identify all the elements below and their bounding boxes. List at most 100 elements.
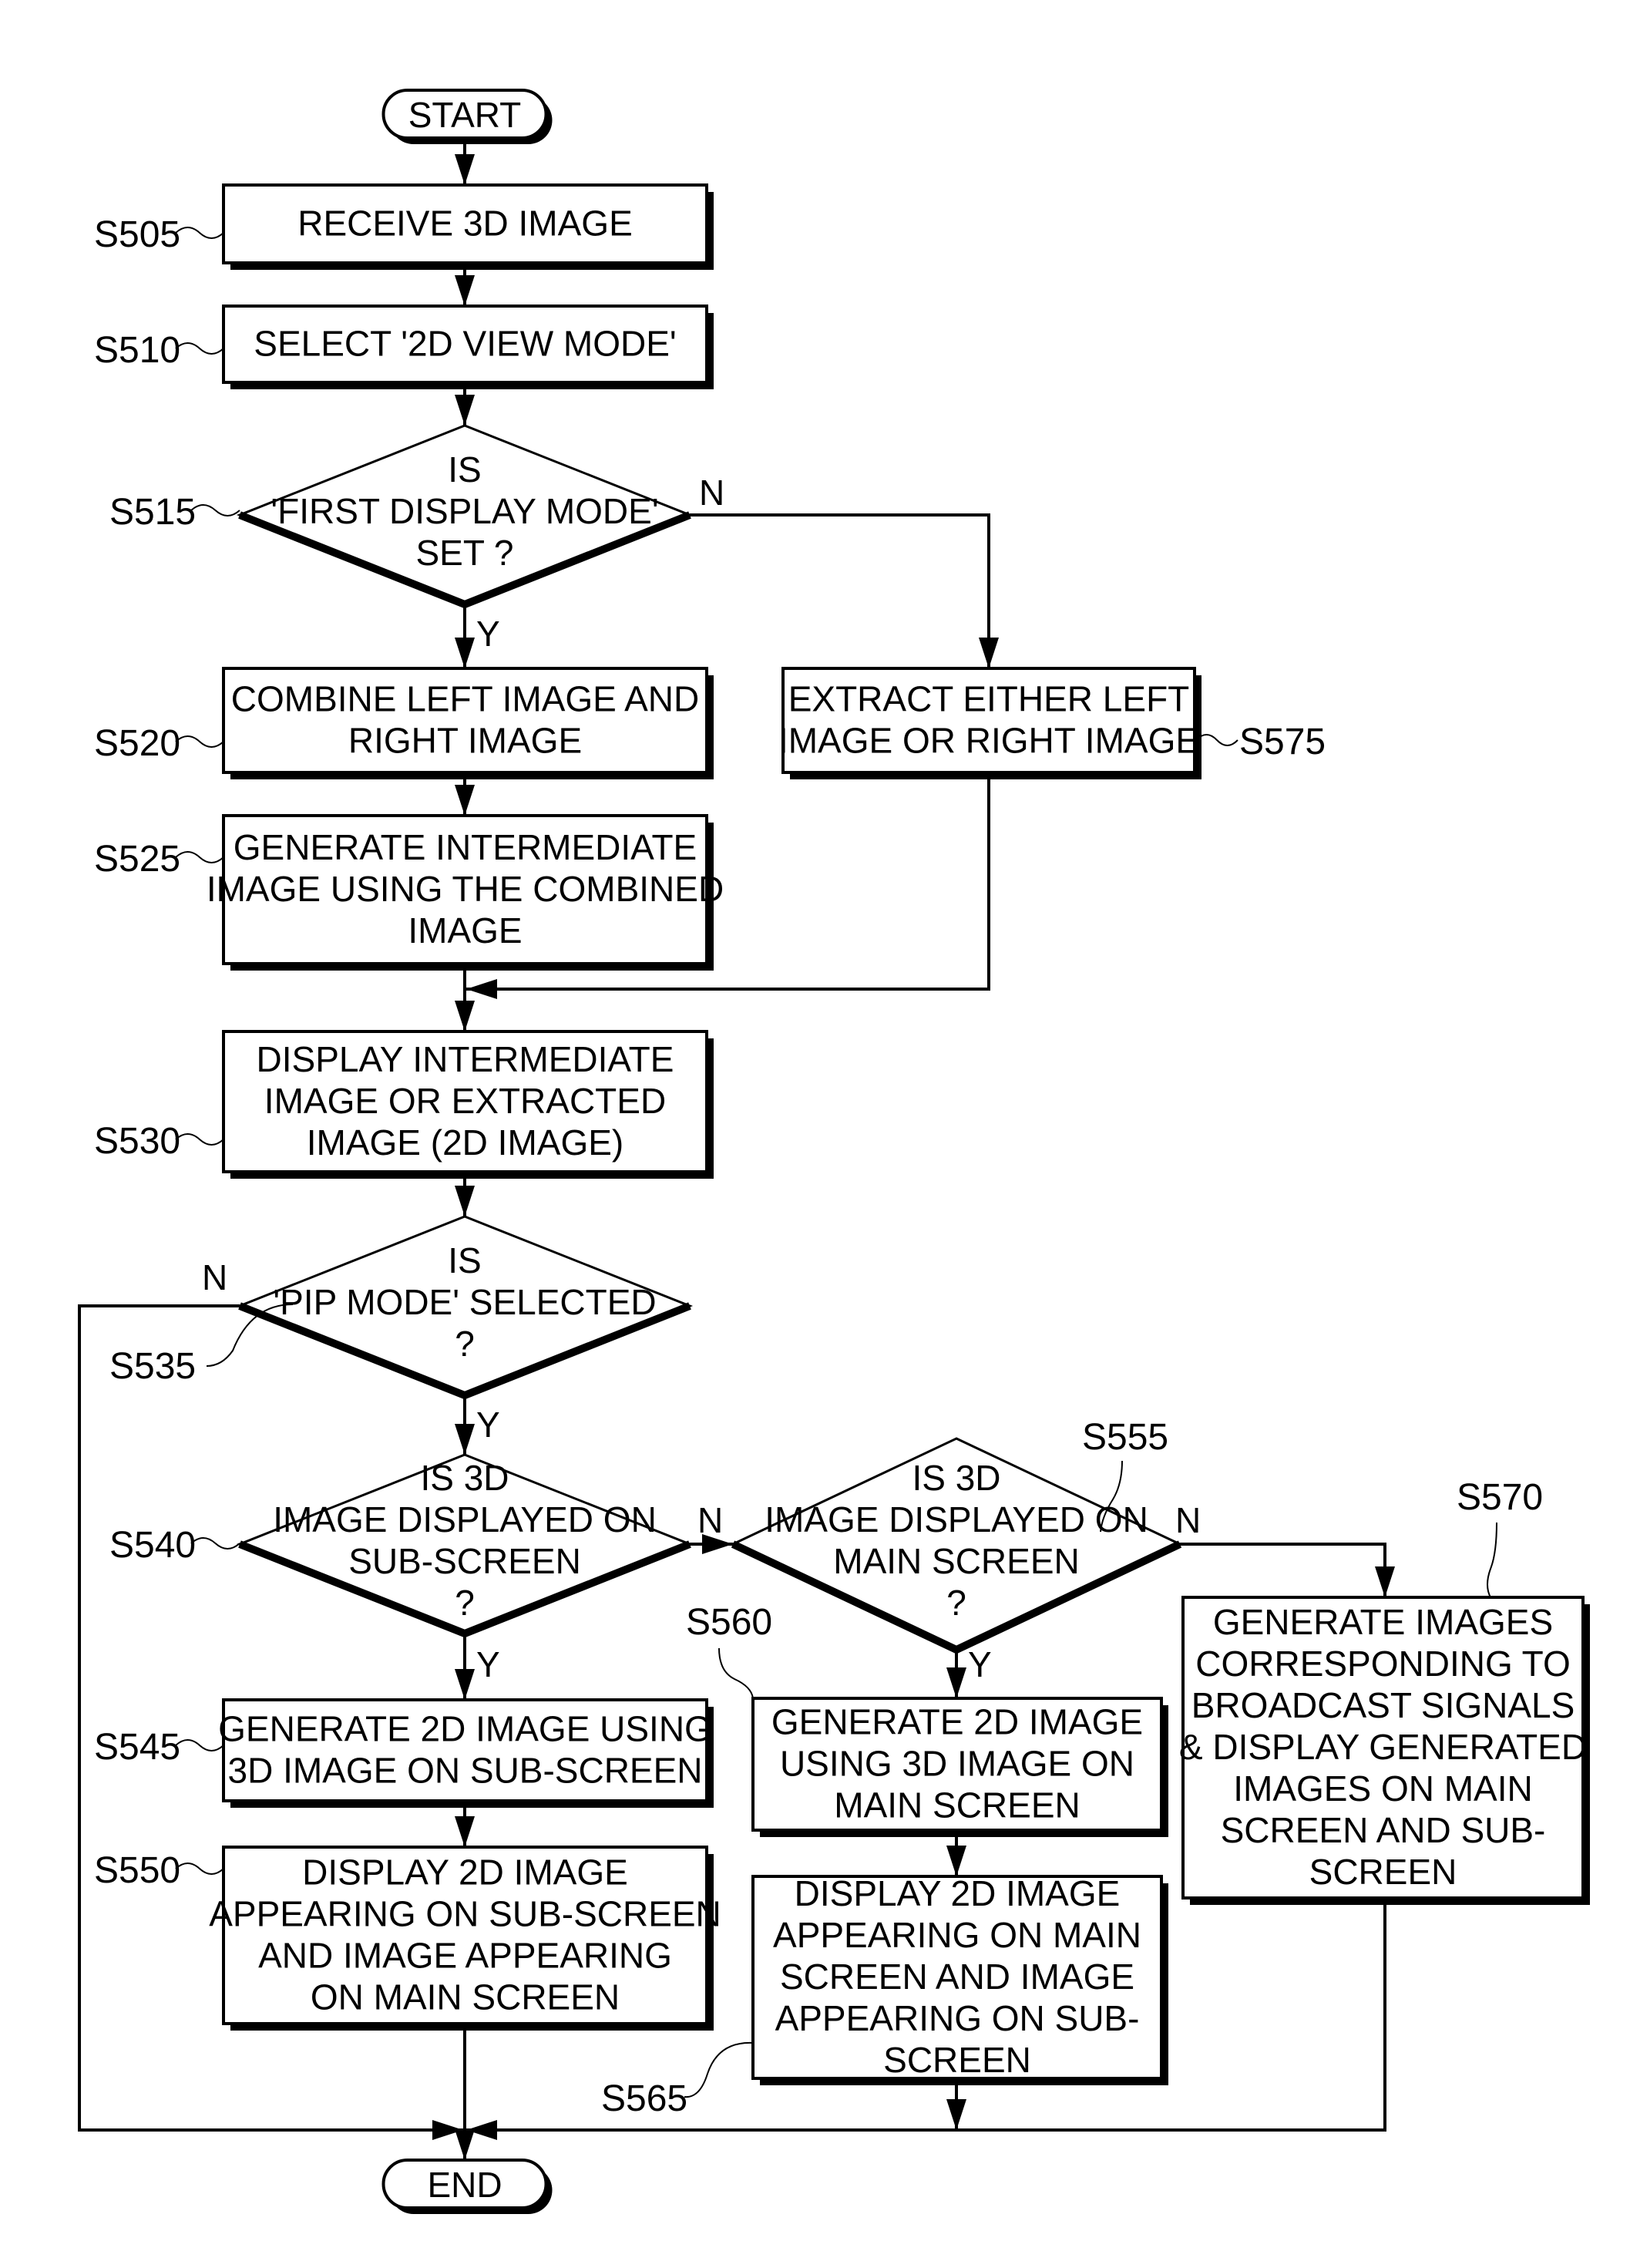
step-text-s570: GENERATE IMAGES (1213, 1602, 1553, 1642)
step-id-s535: S535 (109, 1346, 196, 1387)
leader-line (190, 1537, 240, 1550)
step-text-s565: SCREEN (883, 2040, 1031, 2080)
step-text-s540: ? (455, 1583, 475, 1623)
arrow-head (946, 1846, 966, 1876)
step-text-s565: APPEARING ON MAIN (773, 1915, 1141, 1955)
step-label-s550: S550 (94, 1850, 224, 1891)
arrow-head (455, 638, 475, 668)
step-id-s545: S545 (94, 1727, 180, 1768)
step-text-s535: ? (455, 1324, 475, 1364)
step-id-s505: S505 (94, 214, 180, 255)
step-text-s540: IMAGE DISPLAYED ON (273, 1499, 657, 1539)
process-box-s505: RECEIVE 3D IMAGE (222, 183, 714, 270)
step-id-s510: S510 (94, 330, 180, 371)
arrow-head (455, 275, 475, 306)
step-id-s570: S570 (1457, 1477, 1543, 1518)
terminal-label-end: END (427, 2165, 502, 2205)
step-text-s525: IMAGE (408, 910, 522, 951)
step-text-s515: 'FIRST DISPLAY MODE' (271, 491, 658, 531)
branch-label-s540-yes: Y (476, 1644, 500, 1684)
leader-line (175, 851, 224, 863)
step-text-s560: GENERATE 2D IMAGE (771, 1702, 1143, 1742)
step-label-s505: S505 (94, 214, 224, 255)
step-text-s575: EXTRACT EITHER LEFT (788, 679, 1190, 719)
process-box-s570: GENERATE IMAGESCORRESPONDING TOBROADCAST… (1179, 1596, 1590, 1905)
process-box-s550: DISPLAY 2D IMAGEAPPEARING ON SUB-SCREENA… (209, 1846, 721, 2031)
step-text-s570: SCREEN (1309, 1852, 1457, 1892)
decision-diamond-s515: IS'FIRST DISPLAY MODE'SET ? (236, 424, 694, 609)
step-label-s575: S575 (1195, 722, 1326, 762)
branch-label-s535-yes: Y (476, 1405, 500, 1445)
terminal-start: START (381, 89, 553, 144)
step-text-s530: IMAGE (2D IMAGE) (307, 1122, 623, 1163)
arrow-head (946, 1667, 966, 1698)
step-label-s530: S530 (94, 1121, 224, 1162)
step-id-s540: S540 (109, 1525, 196, 1566)
process-box-s575: EXTRACT EITHER LEFTIMAGE OR RIGHT IMAGE (778, 667, 1201, 779)
arrow-head (979, 638, 999, 668)
step-text-s540: SUB-SCREEN (348, 1541, 581, 1581)
step-text-s550: APPEARING ON SUB-SCREEN (209, 1894, 721, 1934)
step-text-s555: ? (946, 1583, 966, 1623)
step-id-s525: S525 (94, 839, 180, 880)
step-text-s550: DISPLAY 2D IMAGE (302, 1852, 628, 1893)
step-id-s560: S560 (686, 1602, 772, 1643)
edge-s515-s575 (690, 513, 990, 668)
step-text-s520: COMBINE LEFT IMAGE AND (231, 679, 699, 719)
process-box-s560: GENERATE 2D IMAGEUSING 3D IMAGE ONMAIN S… (751, 1697, 1168, 1837)
step-text-s520: RIGHT IMAGE (348, 721, 582, 761)
step-text-s530: IMAGE OR EXTRACTED (264, 1081, 666, 1121)
arrow-head (946, 2099, 966, 2130)
decision-diamond-s535: IS'PIP MODE' SELECTED? (236, 1215, 694, 1400)
step-id-s550: S550 (94, 1850, 180, 1891)
terminal-label-start: START (408, 95, 522, 135)
leader-line (175, 227, 224, 239)
leader-line (684, 2041, 754, 2098)
step-label-s565: S565 (601, 2041, 754, 2119)
step-text-s550: ON MAIN SCREEN (311, 1977, 620, 2017)
step-text-s525: GENERATE INTERMEDIATE (234, 827, 697, 867)
decision-diamond-s555: IS 3DIMAGE DISPLAYED ONMAIN SCREEN? (730, 1437, 1183, 1654)
branch-label-s515-no: N (699, 473, 724, 513)
edge-s555-s570 (1180, 1543, 1386, 1597)
step-text-s535: 'PIP MODE' SELECTED (273, 1282, 656, 1322)
step-text-s515: SET ? (416, 533, 514, 573)
step-label-s515: S515 (109, 492, 240, 533)
step-id-s575: S575 (1239, 722, 1326, 762)
step-text-s510: SELECT '2D VIEW MODE' (254, 324, 676, 364)
branch-label-s540-no: N (697, 1500, 723, 1540)
step-text-s550: AND IMAGE APPEARING (258, 1936, 672, 1976)
leader-line (175, 735, 224, 748)
process-box-s520: COMBINE LEFT IMAGE ANDRIGHT IMAGE (222, 667, 714, 779)
branch-label-s555-no: N (1175, 1500, 1201, 1540)
flowchart-nodes: RECEIVE 3D IMAGE SELECT '2D VIEW MODE' COM… (207, 89, 1590, 2214)
process-box-s545: GENERATE 2D IMAGE USING3D IMAGE ON SUB-S… (218, 1698, 714, 1808)
step-text-s555: MAIN SCREEN (833, 1541, 1079, 1581)
leader-line (190, 504, 240, 517)
step-text-s560: USING 3D IMAGE ON (780, 1744, 1134, 1784)
step-label-s560: S560 (686, 1602, 772, 1699)
leader-line (1487, 1522, 1497, 1598)
step-text-s530: DISPLAY INTERMEDIATE (257, 1039, 674, 1079)
arrow-head (455, 1186, 475, 1216)
leader-line (175, 342, 224, 355)
step-text-s560: MAIN SCREEN (834, 1785, 1080, 1826)
arrow-head (455, 154, 475, 185)
step-id-s530: S530 (94, 1121, 180, 1162)
process-box-s525: GENERATE INTERMEDIATEIMAGE USING THE COM… (207, 814, 724, 971)
step-text-s565: DISPLAY 2D IMAGE (795, 1873, 1121, 1913)
leader-line (718, 1647, 754, 1699)
branch-label-s515-yes: Y (476, 614, 500, 654)
branch-label-s555-yes: Y (968, 1644, 992, 1684)
arrow-head (466, 979, 497, 999)
step-text-s525: IMAGE USING THE COMBINED (207, 869, 724, 909)
step-id-s565: S565 (601, 2078, 687, 2119)
step-text-s570: BROADCAST SIGNALS (1191, 1685, 1575, 1725)
step-id-s555: S555 (1082, 1417, 1168, 1458)
leader-line (175, 1133, 224, 1146)
step-text-s515: IS (448, 449, 481, 490)
step-text-s570: IMAGES ON MAIN (1233, 1768, 1532, 1809)
flowchart: RECEIVE 3D IMAGE SELECT '2D VIEW MODE' COM… (78, 89, 1590, 2214)
step-text-s570: CORRESPONDING TO (1195, 1644, 1570, 1684)
arrow-head (455, 1001, 475, 1031)
